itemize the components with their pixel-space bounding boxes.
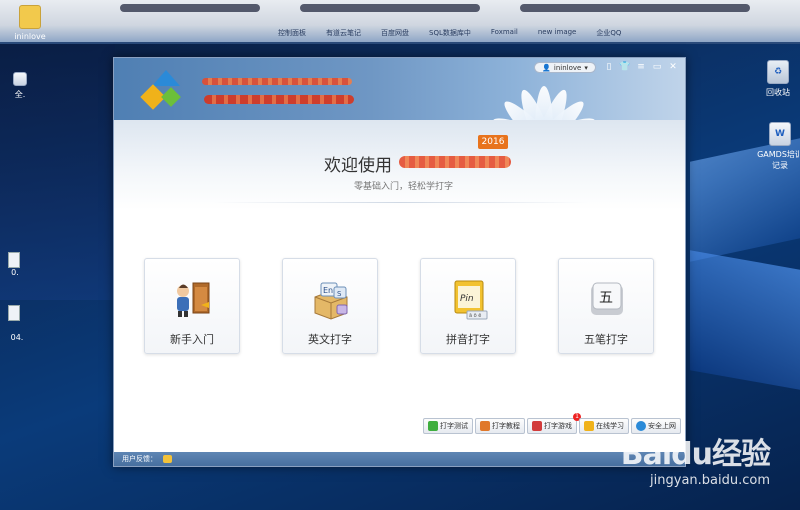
card-label: 五笔打字 (584, 333, 628, 346)
typing-tutorial-button[interactable]: 打字教程 (475, 418, 525, 434)
learning-icon (584, 421, 594, 431)
user-name: ininlove (553, 63, 582, 72)
file-icon[interactable] (8, 305, 20, 321)
taskbar-item[interactable]: 有道云笔记 (318, 28, 369, 42)
chat-icon[interactable] (163, 455, 172, 463)
app-logo-icon (140, 70, 182, 110)
typing-app-window: 👤 ininlove ▾ ▯ 👕 ≡ ▭ ✕ 欢迎使用 2016 零基础入门，轻… (113, 57, 686, 467)
menu-icon[interactable]: ≡ (634, 61, 648, 73)
redaction (520, 4, 750, 12)
app-header: 👤 ininlove ▾ ▯ 👕 ≡ ▭ ✕ (114, 58, 685, 150)
desktop-icon-label: GAMDS培训 (757, 150, 800, 159)
typing-game-button[interactable]: 打字游戏 1 (527, 413, 581, 434)
minimize-icon[interactable]: ▭ (650, 61, 664, 73)
desktop-icon-label: 记录 (772, 161, 788, 170)
recycle-bin-icon: ♻ (767, 60, 789, 84)
card-beginner[interactable]: 新手入门 (144, 258, 240, 354)
feedback-label: 用户反馈： (122, 455, 157, 463)
user-account-menu[interactable]: 👤 ininlove ▾ (534, 62, 596, 73)
app-icon (13, 72, 27, 86)
wubi-key-icon: 五 (591, 282, 623, 315)
card-label: 拼音打字 (446, 333, 490, 346)
taskbar-item[interactable]: SQL数据库中 (421, 28, 479, 42)
desktop-icon-label: ininlove (14, 32, 46, 41)
desktop-light-pane (690, 250, 800, 390)
svg-text:五: 五 (599, 290, 613, 306)
card-label: 英文打字 (308, 333, 352, 346)
taskbar-item[interactable]: 百度网盘 (373, 28, 417, 42)
redaction (204, 95, 354, 104)
redaction (202, 78, 352, 85)
pinyin-board-icon: Pin ā ō ē (454, 280, 488, 320)
svg-text:ā ō ē: ā ō ē (469, 313, 481, 319)
year-badge: 2016 (478, 135, 508, 149)
beginner-door-icon (177, 282, 210, 317)
card-label: 新手入门 (170, 333, 214, 346)
feedback-icon[interactable]: ▯ (602, 61, 616, 73)
folder-icon (19, 5, 41, 29)
welcome-title: 欢迎使用 (324, 156, 392, 176)
desktop-icon-left-1[interactable]: 全. (0, 72, 40, 100)
redaction (399, 156, 511, 168)
baidu-watermark: Baidu经验 jingyan.baidu.com (620, 429, 771, 488)
taskbar-item[interactable]: 企业QQ (588, 28, 629, 42)
welcome-subtitle: 零基础入门，轻松学打字 (354, 182, 454, 192)
svg-text:En: En (323, 286, 333, 295)
card-wubi[interactable]: 五 五笔打字 (558, 258, 654, 354)
desktop-icon-user[interactable]: ininlove (2, 5, 58, 41)
chevron-down-icon: ▾ (584, 63, 588, 72)
desktop-icon-recycle-bin[interactable]: ♻ 回收站 (750, 60, 800, 98)
redaction (120, 4, 260, 12)
desktop-label: 04. (10, 333, 24, 342)
svg-text:S: S (337, 290, 342, 298)
desktop-icon-label: 回收站 (766, 88, 790, 97)
close-icon[interactable]: ✕ (666, 61, 680, 73)
desktop-icon-doc[interactable]: W GAMDS培训 记录 (752, 122, 800, 171)
watermark-main: Baidu经验 (620, 437, 771, 472)
typing-test-button[interactable]: 打字测试 (423, 418, 473, 434)
watermark-sub: jingyan.baidu.com (650, 473, 770, 488)
file-icon[interactable] (8, 252, 20, 268)
skin-icon[interactable]: 👕 (618, 61, 632, 73)
user-icon: 👤 (542, 63, 551, 72)
status-bar: 用户反馈： (114, 452, 685, 466)
test-icon (428, 421, 438, 431)
taskbar-item[interactable]: new image (530, 28, 585, 42)
taskbar-item[interactable]: Foxmail (483, 28, 526, 42)
game-icon (532, 421, 542, 431)
redaction (300, 4, 480, 12)
card-pinyin[interactable]: Pin ā ō ē 拼音打字 (420, 258, 516, 354)
word-doc-icon: W (769, 122, 791, 146)
tutorial-icon (480, 421, 490, 431)
card-english[interactable]: En S 英文打字 (282, 258, 378, 354)
taskbar-item[interactable]: 控制面板 (270, 28, 314, 42)
divider (214, 202, 587, 203)
desktop-icon-label: 全. (14, 90, 26, 99)
english-box-icon: En S (314, 282, 348, 320)
svg-text:Pin: Pin (460, 294, 474, 304)
desktop-label: 0. (11, 268, 19, 277)
top-taskbar: 控制面板 有道云笔记 百度网盘 SQL数据库中 Foxmail new imag… (0, 0, 800, 44)
